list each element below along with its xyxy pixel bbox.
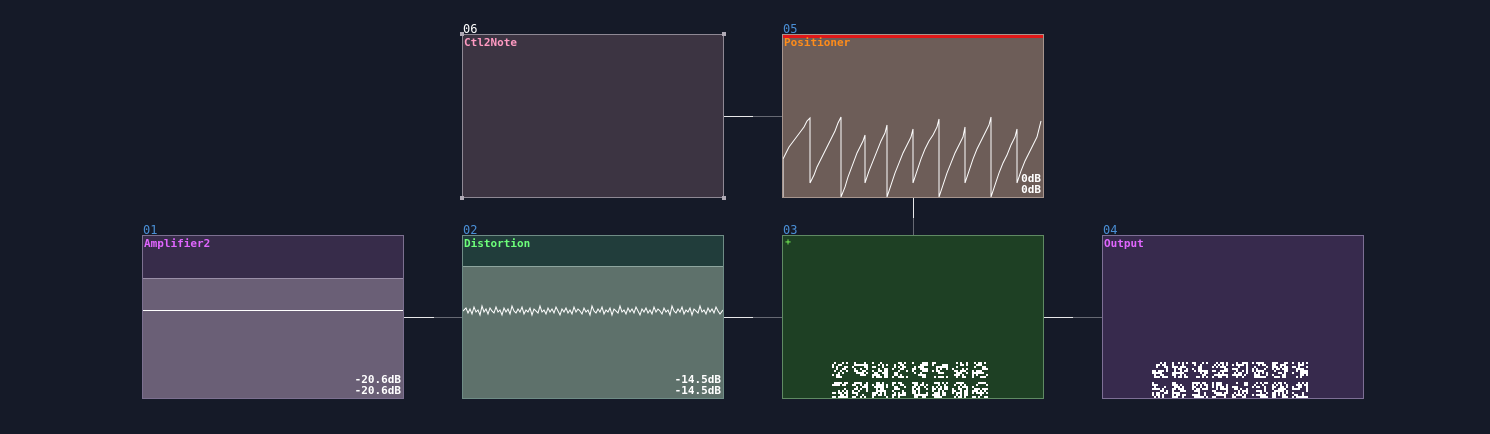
noise-glyph-icon bbox=[1192, 382, 1208, 398]
noise-glyph-icon bbox=[832, 362, 848, 378]
amplifier-signal-line bbox=[143, 310, 403, 311]
module-output[interactable]: Output bbox=[1102, 235, 1364, 399]
module-number: 01 bbox=[143, 223, 158, 237]
module-distortion[interactable]: Distortion -14.5dB -14.5dB bbox=[462, 235, 724, 399]
noise-glyph-icon bbox=[952, 382, 968, 398]
noise-glyph-icon bbox=[912, 382, 928, 398]
noise-glyph-icon bbox=[892, 382, 906, 398]
noise-glyph-icon bbox=[1252, 362, 1268, 378]
noise-glyph-icon bbox=[972, 382, 988, 398]
noise-glyph-icon bbox=[952, 362, 968, 378]
noise-glyph-icon bbox=[1232, 362, 1248, 378]
noise-glyph-icon bbox=[832, 382, 848, 398]
distortion-waveform bbox=[463, 304, 723, 317]
module-03[interactable]: + bbox=[782, 235, 1044, 399]
noise-glyph-icon bbox=[1152, 382, 1168, 398]
noise-glyph-icon bbox=[1232, 382, 1248, 398]
noise-glyph-icon bbox=[1292, 382, 1308, 398]
module-glyph-grid bbox=[832, 362, 992, 398]
module-number: 03 bbox=[783, 223, 798, 237]
noise-glyph-icon bbox=[1272, 382, 1288, 398]
noise-glyph-icon bbox=[932, 382, 948, 398]
level-right: 0dB bbox=[1021, 183, 1041, 196]
noise-glyph-icon bbox=[892, 362, 908, 378]
noise-glyph-icon bbox=[972, 362, 988, 378]
noise-glyph-icon bbox=[1192, 362, 1208, 378]
noise-glyph-icon bbox=[1152, 362, 1168, 378]
noise-glyph-icon bbox=[1172, 382, 1186, 398]
noise-glyph-icon bbox=[1272, 362, 1288, 378]
noise-glyph-icon bbox=[1172, 362, 1188, 378]
plus-icon: + bbox=[785, 237, 792, 248]
module-number: 05 bbox=[783, 22, 798, 36]
noise-glyph-icon bbox=[932, 362, 948, 378]
noise-glyph-icon bbox=[1212, 362, 1228, 378]
module-title: Distortion bbox=[464, 237, 531, 250]
noise-glyph-icon bbox=[1212, 382, 1228, 398]
module-number: 02 bbox=[463, 223, 478, 237]
module-title: Output bbox=[1104, 237, 1144, 250]
noise-glyph-icon bbox=[1292, 362, 1308, 378]
module-title: Positioner bbox=[784, 36, 851, 49]
selection-corners bbox=[460, 32, 726, 200]
noise-glyph-icon bbox=[912, 362, 928, 378]
noise-glyph-icon bbox=[852, 382, 868, 398]
module-number: 04 bbox=[1103, 223, 1118, 237]
level-right: -20.6dB bbox=[354, 384, 401, 397]
module-glyph-grid bbox=[1152, 362, 1312, 398]
module-title: Amplifier2 bbox=[144, 237, 211, 250]
noise-glyph-icon bbox=[872, 382, 888, 398]
positioner-waveform bbox=[783, 116, 1042, 197]
module-amplifier2[interactable]: Amplifier2 -20.6dB -20.6dB bbox=[142, 235, 404, 399]
noise-glyph-icon bbox=[872, 362, 888, 378]
noise-glyph-icon bbox=[1252, 382, 1268, 398]
noise-glyph-icon bbox=[852, 362, 868, 376]
module-positioner[interactable]: Positioner 0dB 0dB bbox=[782, 34, 1044, 198]
level-right: -14.5dB bbox=[674, 384, 721, 397]
